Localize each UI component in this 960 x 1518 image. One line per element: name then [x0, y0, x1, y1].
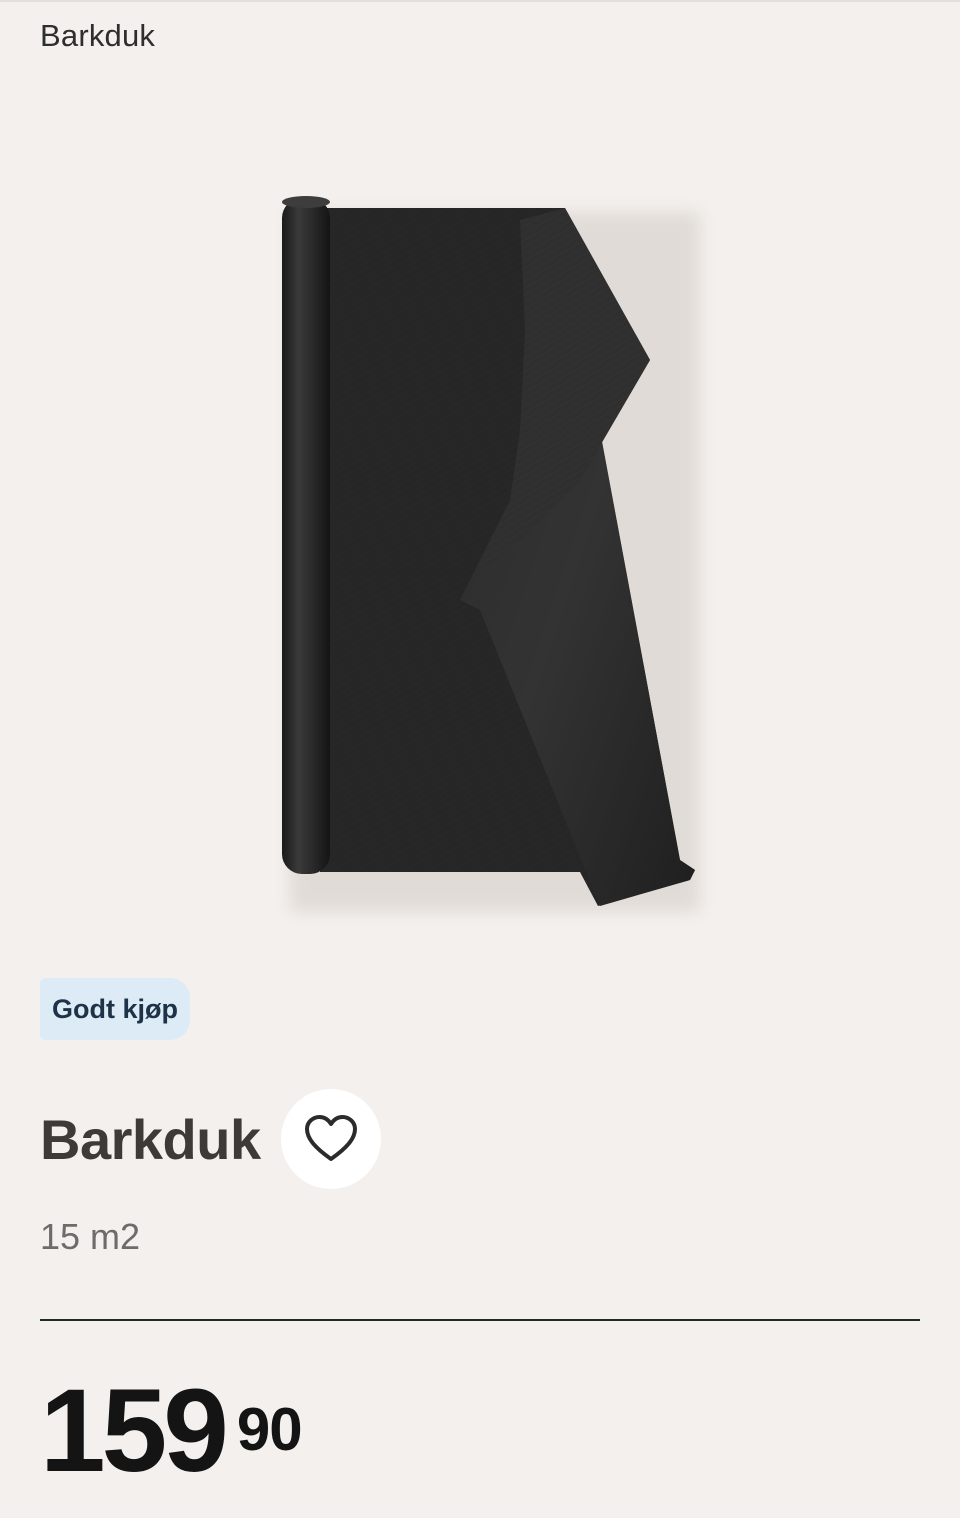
heart-outline-icon	[304, 1115, 357, 1161]
divider	[40, 1319, 920, 1321]
title-row: Barkduk	[40, 1088, 381, 1190]
product-size: 15 m2	[40, 1216, 141, 1257]
product-image[interactable]	[220, 180, 740, 940]
favorite-button[interactable]	[280, 1089, 381, 1189]
product-title: Barkduk	[40, 1107, 261, 1171]
good-buy-badge: Godt kjøp	[40, 978, 190, 1040]
price: 159 90	[40, 1365, 303, 1497]
price-cents: 90	[236, 1396, 303, 1463]
top-border	[0, 0, 960, 2]
breadcrumb[interactable]: Barkduk	[40, 16, 155, 56]
barkduk-roll-image	[282, 196, 700, 912]
price-main: 159	[40, 1365, 229, 1497]
